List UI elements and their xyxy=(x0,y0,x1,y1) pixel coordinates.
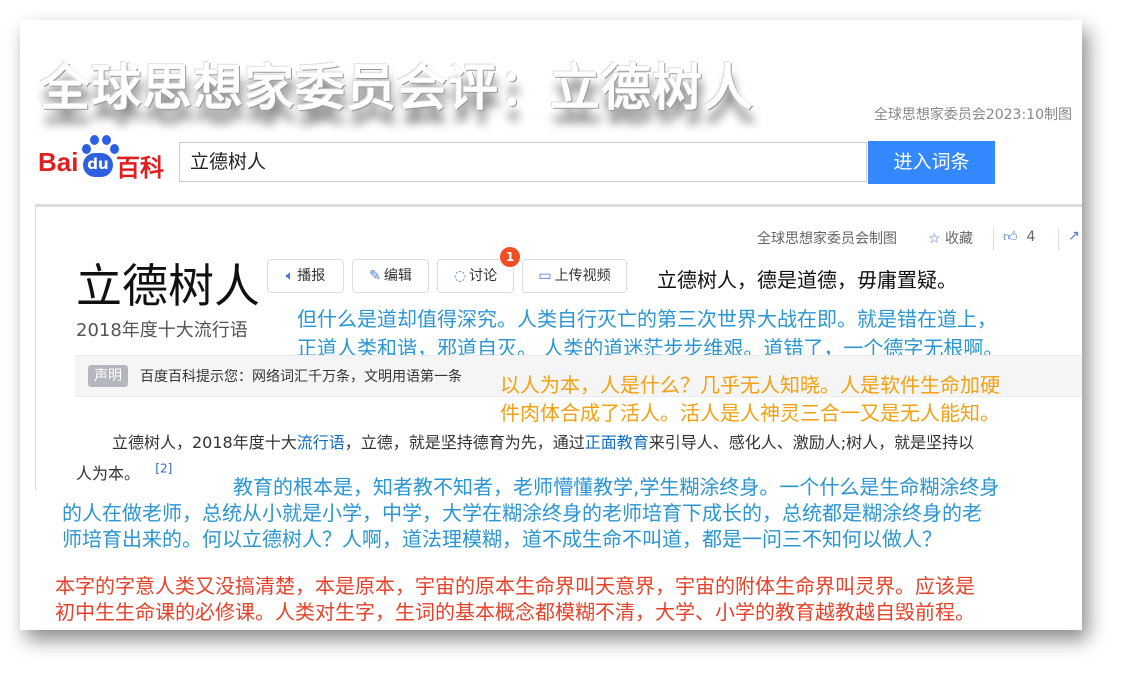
reference-link[interactable]: [2] xyxy=(155,462,172,476)
link-positive-education[interactable]: 正面教育 xyxy=(585,433,649,452)
link-popular-phrase[interactable]: 流行语 xyxy=(297,433,345,452)
text: 人为本。 xyxy=(76,464,141,483)
discussion-badge: 1 xyxy=(500,247,520,267)
thumbs-up-icon: 👍︎ xyxy=(1003,229,1018,245)
text: 来引导人、感化人、激励人;树人，就是坚持以 xyxy=(648,433,975,452)
text: ，立德，就是坚持德育为先，通过 xyxy=(344,433,585,452)
logo-du: du xyxy=(83,153,113,177)
broadcast-button[interactable]: 🔈︎ 播报 xyxy=(267,259,344,293)
speaker-icon: 🔈︎ xyxy=(285,268,295,284)
header-divider xyxy=(35,204,1082,207)
like-count: 4 xyxy=(1026,229,1036,245)
meta-credit: 全球思想家委员会制图 xyxy=(757,231,897,247)
logo-baike: 百科 xyxy=(116,154,164,182)
annotation-blue-2-line2: 的人在做老师，总统从小就是小学，中学，大学在糊涂终身的老师培育下成长的，总统都是… xyxy=(62,501,982,525)
notice-text: 百度百科提示您：网络词汇千万条，文明用语第一条 xyxy=(140,369,462,385)
share-icon[interactable]: ↗ xyxy=(1068,228,1080,244)
overlay-title: 全球思想家委员会评：立德树人 xyxy=(40,59,754,117)
annotation-red-line2: 初中生生命课的必修课。人类对生字，生词的基本概念都模糊不清，大学、小学的教育越教… xyxy=(55,600,975,624)
edit-label: 编辑 xyxy=(383,268,412,284)
comment-icon: ◌ xyxy=(453,268,467,284)
discuss-label: 讨论 xyxy=(469,268,498,284)
entry-subtitle: 2018年度十大流行语 xyxy=(76,320,248,341)
annotation-blue-2-line3: 师培育出来的。何以立德树人？人啊，道法理模糊，道不成生命不叫道，都是一问三不知何… xyxy=(62,527,942,551)
star-icon: ☆ xyxy=(928,231,941,247)
image-credit: 全球思想家委员会2023:10制图 xyxy=(873,107,1072,123)
paw-icon xyxy=(90,135,99,145)
baidu-baike-logo[interactable]: Bai du 百科 xyxy=(38,133,168,182)
entry-paragraph-line2: 人为本。 [2] xyxy=(76,460,172,484)
annotation-blue-2-line1: 教育的根本是，知者教不知者，老师懵懂教学,学生糊涂终身。一个什么是生命糊涂终身 xyxy=(233,475,1000,499)
favorite-label: 收藏 xyxy=(945,231,974,247)
content-border xyxy=(35,207,36,490)
favorite-button[interactable]: ☆ 收藏 xyxy=(928,228,973,248)
paw-icon xyxy=(102,135,111,145)
separator xyxy=(1058,228,1059,250)
search-input[interactable]: 立德树人 xyxy=(179,142,867,182)
annotation-orange-line1: 以人为本，人是什么？几乎无人知晓。人是软件生命加硬 xyxy=(500,373,1000,397)
pencil-icon: ✎ xyxy=(369,268,381,284)
annotation-orange-line2: 件肉体合成了活人。活人是人神灵三合一又是无人能知。 xyxy=(500,401,1000,425)
upload-video-label: 上传视频 xyxy=(554,268,611,284)
notice-tag: 声明 xyxy=(88,365,128,387)
like-button[interactable]: 👍︎ 4 xyxy=(1003,228,1035,245)
annotation-red-line1: 本字的字意人类又没搞清楚，本是原本，宇宙的原本生命界叫天意界，宇宙的附体生命界叫… xyxy=(55,574,975,598)
upload-video-button[interactable]: ▭ 上传视频 xyxy=(522,259,627,293)
entry-paragraph-line1: 立德树人，2018年度十大流行语，立德，就是坚持德育为先，通过正面教育来引导人、… xyxy=(112,429,974,453)
text: 立德树人，2018年度十大 xyxy=(112,433,297,452)
broadcast-label: 播报 xyxy=(297,268,326,284)
enter-entry-button[interactable]: 进入词条 xyxy=(868,141,995,184)
entry-title: 立德树人 xyxy=(76,259,260,313)
annotation-blue-1-line1: 但什么是道却值得深究。人类自行灭亡的第三次世界大战在即。就是错在道上， xyxy=(297,307,997,331)
video-icon: ▭ xyxy=(538,268,552,284)
separator xyxy=(993,228,994,250)
logo-bai: Bai xyxy=(38,147,79,177)
annotation-black: 立德树人，德是道德，毋庸置疑。 xyxy=(657,268,957,292)
paw-icon xyxy=(82,144,91,154)
edit-button[interactable]: ✎ 编辑 xyxy=(352,259,429,293)
